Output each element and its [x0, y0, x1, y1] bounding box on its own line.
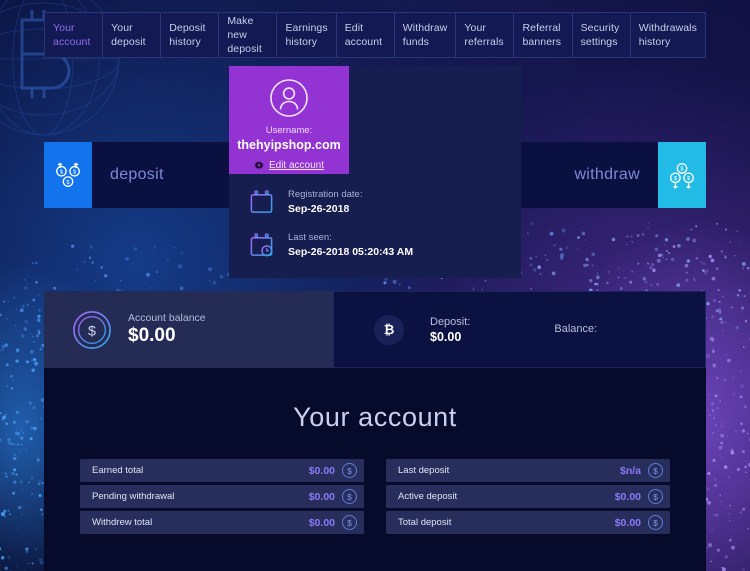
- nav-item-2[interactable]: Deposit history: [161, 13, 220, 57]
- svg-text:$: $: [88, 323, 96, 339]
- balance-strip: $ Account balance $0.00 ₿ Deposit: $0.00…: [44, 291, 706, 368]
- nav-item-3[interactable]: Make new deposit: [219, 13, 278, 57]
- deposits-row-label: Active deposit: [398, 491, 458, 502]
- currency-balance-label: Balance:: [554, 323, 598, 336]
- svg-text:$: $: [73, 169, 77, 175]
- account-balance-label: Account balance: [128, 312, 206, 324]
- nav-item-0[interactable]: Your account: [45, 13, 104, 57]
- nav-item-10[interactable]: Withdrawals history: [631, 13, 705, 57]
- deposits-table: Last deposit $n/a $ Active deposit $0.00 $ Tot…: [386, 459, 670, 537]
- deposits-row-amount: $0.00: [614, 490, 641, 503]
- summary-tables: Earned total $0.00 $ Pending withdrawal $0.0…: [44, 459, 706, 537]
- svg-text:$: $: [687, 176, 691, 182]
- nav-item-label: Withdraw funds: [402, 21, 448, 48]
- money-inflow-icon: $ $$: [56, 162, 80, 187]
- table-row: Pending withdrawal $0.00 $: [80, 485, 364, 508]
- svg-text:$: $: [680, 167, 684, 173]
- nav-item-6[interactable]: Withdraw funds: [395, 13, 457, 57]
- dollar-badge-icon: $: [342, 489, 357, 504]
- withdraw-banner-label: withdraw: [574, 166, 640, 183]
- nav-item-label: Earnings history: [285, 21, 328, 48]
- withdraw-banner[interactable]: withdraw $ $ $: [506, 142, 706, 208]
- nav-item-label: Withdrawals history: [638, 21, 697, 48]
- page-title: Your account: [293, 402, 457, 432]
- nav-item-label: Security settings: [580, 21, 620, 48]
- withdraw-icon-block: $ $ $: [658, 142, 706, 208]
- account-summary-panel: Your account Earned total $0.00 $ Pending w…: [44, 368, 706, 571]
- table-row: Earned total $0.00 $: [80, 459, 364, 482]
- account-balance-value: $0.00: [128, 325, 176, 346]
- edit-account-label: Edit account: [268, 160, 325, 171]
- deposits-row-label: Last deposit: [398, 465, 450, 476]
- registration-date-label: Registration date:: [288, 189, 363, 200]
- earnings-row-amount: $0.00: [308, 464, 335, 477]
- currency-deposit-col: Deposit: $0.00: [430, 315, 470, 344]
- table-row: Withdrew total $0.00 $: [80, 511, 364, 534]
- earnings-row-amount: $0.00: [308, 490, 335, 503]
- earnings-row-label: Earned total: [92, 465, 144, 476]
- username-label: Username:: [265, 125, 313, 136]
- earnings-table: Earned total $0.00 $ Pending withdrawal $0.0…: [80, 459, 364, 537]
- dollar-coin-icon: $: [73, 310, 111, 349]
- table-row: Total deposit $0.00 $: [386, 511, 670, 534]
- deposit-banner-label: deposit: [110, 166, 164, 183]
- dollar-badge-icon: $: [648, 515, 663, 530]
- user-avatar-icon: [270, 79, 308, 117]
- main-navigation: Your account Your deposit Deposit history M…: [44, 12, 706, 58]
- nav-item-label: Your deposit: [111, 21, 146, 48]
- gear-icon: [254, 160, 264, 169]
- dollar-badge-icon: $: [648, 489, 663, 504]
- nav-item-label: Make new deposit: [227, 14, 262, 56]
- profile-card: Username: thehyipshop.com Edit account R…: [229, 66, 521, 278]
- registration-date-value: Sep-26-2018: [288, 203, 350, 216]
- currency-balance-card: ₿ Deposit: $0.00 Balance:: [333, 291, 706, 368]
- nav-item-8[interactable]: Referral banners: [514, 13, 573, 57]
- last-seen-row: Last seen: Sep-26-2018 05:20:43 AM: [249, 231, 413, 260]
- nav-item-label: Referral banners: [522, 21, 562, 48]
- last-seen-value: Sep-26-2018 05:20:43 AM: [288, 246, 414, 259]
- nav-item-label: Your referrals: [464, 21, 504, 48]
- deposit-banner[interactable]: $ $ $ deposit: [44, 142, 244, 208]
- table-row: Last deposit $n/a $: [386, 459, 670, 482]
- table-row: Active deposit $0.00 $: [386, 485, 670, 508]
- registration-date-row: Registration date: Sep-26-2018: [249, 188, 413, 217]
- svg-text:$: $: [60, 169, 64, 175]
- currency-deposit-value: $0.00: [430, 329, 462, 344]
- deposits-row-amount: $0.00: [614, 516, 641, 529]
- earnings-row-label: Withdrew total: [92, 517, 153, 528]
- profile-identity-block: Username: thehyipshop.com Edit account: [229, 66, 349, 174]
- calendar-clock-icon: [250, 233, 273, 257]
- edit-account-link[interactable]: Edit account: [254, 160, 324, 171]
- nav-item-label: Deposit history: [169, 21, 206, 48]
- dollar-badge-icon: $: [342, 463, 357, 478]
- dollar-badge-icon: $: [342, 515, 357, 530]
- last-seen-label: Last seen:: [288, 231, 332, 243]
- nav-item-7[interactable]: Your referrals: [456, 13, 515, 57]
- money-outflow-icon: $$ $: [670, 163, 694, 189]
- nav-item-9[interactable]: Security settings: [573, 13, 631, 57]
- nav-item-1[interactable]: Your deposit: [103, 13, 162, 57]
- svg-text:$: $: [66, 180, 70, 186]
- svg-text:$: $: [674, 176, 678, 182]
- earnings-row-amount: $0.00: [308, 516, 335, 529]
- nav-item-5[interactable]: Edit account: [337, 13, 395, 57]
- nav-item-label: Your account: [53, 21, 91, 48]
- deposit-icon-block: $ $ $: [44, 142, 92, 208]
- deposits-row-amount: $n/a: [619, 464, 641, 477]
- deposits-row-label: Total deposit: [398, 517, 452, 528]
- bitcoin-icon: ₿: [374, 314, 404, 345]
- nav-item-label: Edit account: [344, 21, 383, 48]
- dollar-badge-icon: $: [648, 463, 663, 478]
- username-value: thehyipshop.com: [237, 138, 341, 152]
- profile-meta-list: Registration date: Sep-26-2018 Last seen…: [249, 188, 413, 274]
- earnings-row-label: Pending withdrawal: [92, 491, 175, 502]
- account-balance-card: $ Account balance $0.00: [44, 291, 333, 368]
- nav-item-4[interactable]: Earnings history: [277, 13, 337, 57]
- calendar-icon: [250, 190, 273, 213]
- currency-deposit-label: Deposit:: [430, 316, 471, 329]
- currency-balance-col: Balance:: [554, 322, 597, 337]
